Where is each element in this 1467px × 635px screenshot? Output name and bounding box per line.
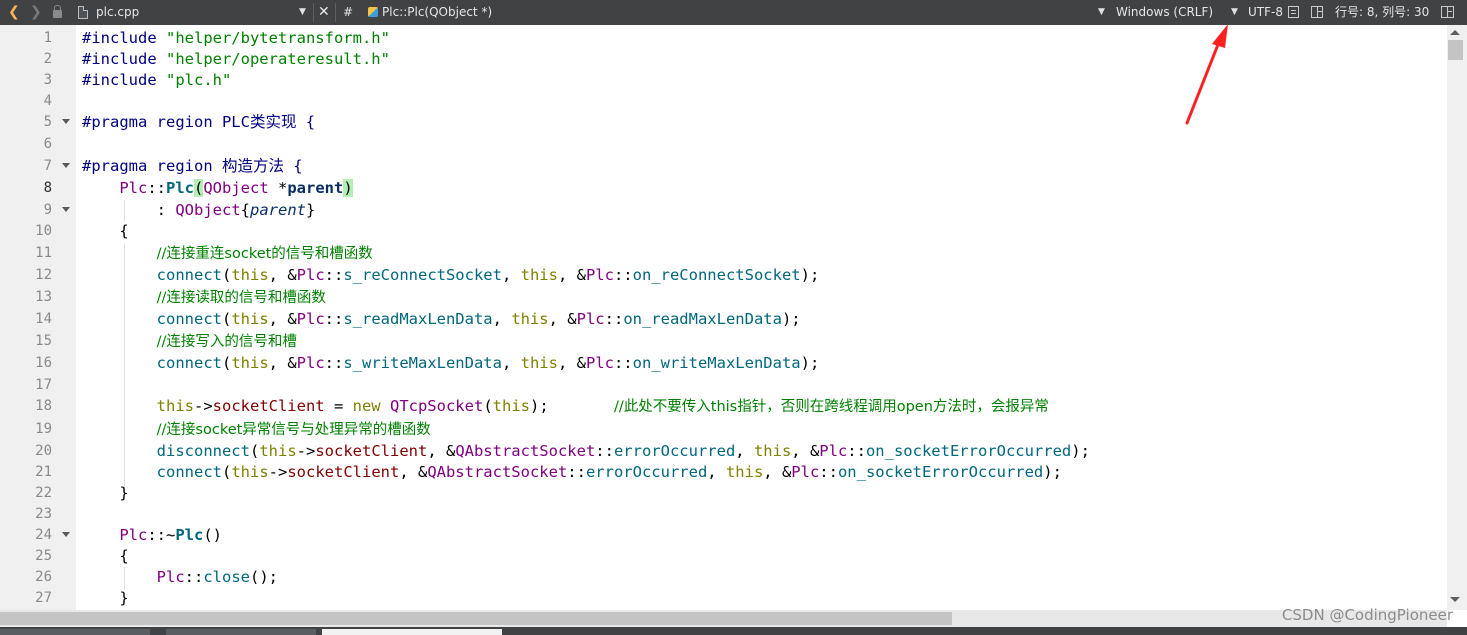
file-icon xyxy=(78,0,88,25)
line-number: 15 xyxy=(35,333,52,349)
code-line-13: //连接读取的信号和槽函数 xyxy=(156,290,326,306)
panel-search-field[interactable] xyxy=(322,629,502,635)
line-number: 20 xyxy=(35,443,52,459)
code-line-10: { xyxy=(119,222,129,240)
watermark: CSDN @CodingPioneer xyxy=(1281,606,1453,624)
fold-marker-icon[interactable] xyxy=(62,163,70,168)
fold-marker-icon[interactable] xyxy=(62,207,70,212)
vertical-scroll-thumb[interactable] xyxy=(1448,40,1463,60)
code-line-22: } xyxy=(119,484,129,502)
line-number: 25 xyxy=(35,548,52,564)
line-number: 16 xyxy=(35,355,52,371)
line-number: 3 xyxy=(43,72,52,88)
vertical-scrollbar[interactable] xyxy=(1447,25,1467,610)
code-line-1: #include "helper/bytetransform.h" xyxy=(82,29,390,47)
fold-marker-icon[interactable] xyxy=(62,119,70,124)
symbol-dropdown-chevron-icon[interactable]: ▼ xyxy=(1098,0,1105,25)
line-number: 14 xyxy=(35,311,52,327)
line-number: 27 xyxy=(35,590,52,606)
panel-tab[interactable] xyxy=(166,629,316,635)
line-number-current: 8 xyxy=(43,180,52,196)
code-line-15: //连接写入的信号和槽 xyxy=(156,334,297,350)
code-line-20: disconnect(this->socketClient, &QAbstrac… xyxy=(156,442,1090,460)
line-number: 13 xyxy=(35,289,52,305)
code-line-14: connect(this, &Plc::s_readMaxLenData, th… xyxy=(156,310,801,328)
back-arrow-icon[interactable]: ❮ xyxy=(8,0,20,25)
line-number: 2 xyxy=(43,51,52,67)
toolbar-divider xyxy=(335,3,336,22)
line-ending-chevron-icon[interactable]: ▼ xyxy=(1231,0,1238,25)
line-number: 12 xyxy=(35,267,52,283)
lock-icon[interactable] xyxy=(53,0,62,25)
code-line-25: { xyxy=(119,547,129,565)
cursor-position[interactable]: 行号: 8, 列号: 30 xyxy=(1335,0,1429,25)
scroll-down-arrow-icon[interactable] xyxy=(1450,597,1460,602)
line-number: 23 xyxy=(35,506,52,522)
code-line-8: Plc::Plc(QObject *parent) xyxy=(119,179,353,197)
code-line-27: } xyxy=(119,589,129,607)
line-number: 6 xyxy=(43,136,52,152)
line-number: 17 xyxy=(35,377,52,393)
toolbar-divider xyxy=(313,3,314,22)
code-line-9: : QObject{parent} xyxy=(156,201,316,219)
encoding-selector[interactable]: UTF-8 xyxy=(1248,0,1283,25)
line-number: 21 xyxy=(35,464,52,480)
line-number: 4 xyxy=(43,93,52,109)
document-outline-icon[interactable] xyxy=(1288,0,1299,25)
line-number: 5 xyxy=(43,114,52,130)
line-number: 9 xyxy=(43,202,52,218)
code-editor[interactable]: 1 2 3 4 5 6 7 8 9 10 11 12 13 14 15 16 1… xyxy=(0,25,1447,610)
code-line-16: connect(this, &Plc::s_writeMaxLenData, t… xyxy=(156,354,820,372)
line-number: 18 xyxy=(35,398,52,414)
code-line-12: connect(this, &Plc::s_reConnectSocket, t… xyxy=(156,266,820,284)
line-number-gutter[interactable]: 1 2 3 4 5 6 7 8 9 10 11 12 13 14 15 16 1… xyxy=(0,25,76,610)
editor-toolbar: ❮ ❯ plc.cpp ▼ ✕ # Plc::Plc(QObject *) ▼ … xyxy=(0,0,1467,25)
line-number: 7 xyxy=(43,158,52,174)
symbol-icon xyxy=(368,7,378,17)
code-line-11: //连接重连socket的信号和槽函数 xyxy=(156,246,373,262)
code-line-21: connect(this->socketClient, &QAbstractSo… xyxy=(156,463,1062,481)
code-line-26: Plc::close(); xyxy=(156,568,278,586)
code-line-18: this->socketClient = new QTcpSocket(this… xyxy=(156,397,1049,415)
panel-tab[interactable] xyxy=(0,629,150,635)
code-line-19: //连接socket异常信号与处理异常的槽函数 xyxy=(156,422,431,438)
line-number: 24 xyxy=(35,527,52,543)
code-line-2: #include "helper/operateresult.h" xyxy=(82,50,390,68)
file-dropdown-chevron-icon[interactable]: ▼ xyxy=(299,0,306,25)
line-number: 1 xyxy=(43,30,52,46)
code-line-5: #pragma region PLC类实现 { xyxy=(82,113,316,131)
line-ending-selector[interactable]: Windows (CRLF) xyxy=(1116,0,1213,25)
output-panel-bar xyxy=(0,627,1467,635)
file-name-selector[interactable]: plc.cpp xyxy=(96,0,139,25)
hash-icon[interactable]: # xyxy=(343,0,353,25)
symbol-selector[interactable]: Plc::Plc(QObject *) xyxy=(368,0,492,25)
fold-marker-icon[interactable] xyxy=(62,532,70,537)
line-number: 19 xyxy=(35,421,52,437)
line-number: 10 xyxy=(35,223,52,239)
line-number: 22 xyxy=(35,485,52,501)
close-file-icon[interactable]: ✕ xyxy=(318,0,330,25)
horizontal-scroll-thumb[interactable] xyxy=(0,612,952,625)
split-view-icon[interactable] xyxy=(1311,0,1323,25)
scroll-up-arrow-icon[interactable] xyxy=(1450,30,1460,35)
code-line-3: #include "plc.h" xyxy=(82,71,232,89)
line-number: 11 xyxy=(35,245,52,261)
code-line-24: Plc::~Plc() xyxy=(119,526,222,544)
line-number: 26 xyxy=(35,569,52,585)
horizontal-scrollbar[interactable] xyxy=(0,610,1447,627)
code-line-7: #pragma region 构造方法 { xyxy=(82,157,303,175)
split-editor-icon[interactable] xyxy=(1441,0,1454,25)
symbol-label: Plc::Plc(QObject *) xyxy=(382,5,493,19)
forward-arrow-icon[interactable]: ❯ xyxy=(30,0,42,25)
